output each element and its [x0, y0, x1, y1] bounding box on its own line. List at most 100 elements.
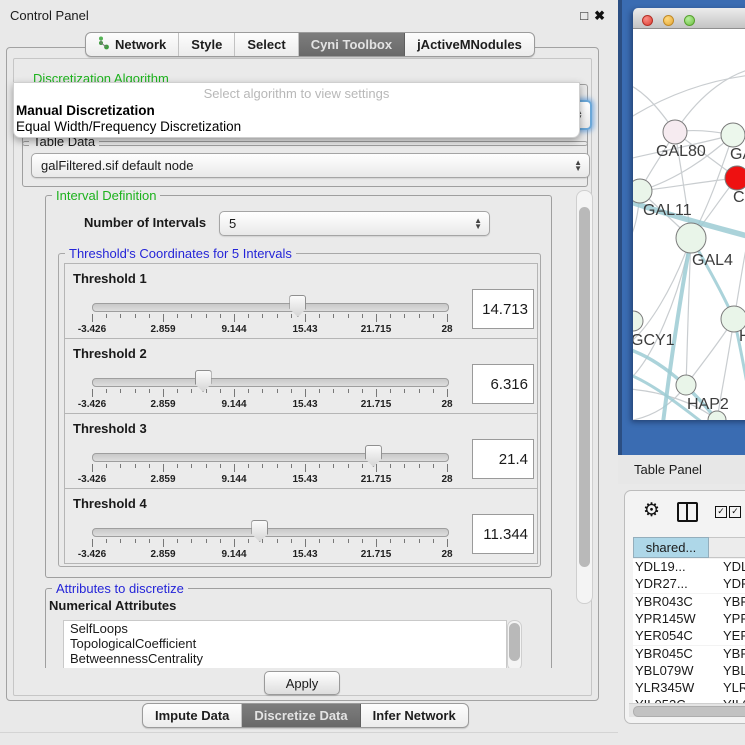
cell-shared-name: YBR045C — [633, 646, 717, 663]
HAP2-node[interactable] — [676, 375, 696, 395]
cell-name: YLR3 — [717, 680, 745, 697]
slider-tick — [191, 464, 192, 468]
table-horizontal-scrollbar-thumb[interactable] — [633, 706, 745, 717]
close-traffic-light[interactable] — [642, 15, 653, 26]
table-row[interactable]: YLR345WYLR3 — [633, 680, 745, 697]
threshold-value-field[interactable]: 11.344 — [472, 514, 534, 554]
slider-track[interactable] — [92, 378, 449, 387]
slider-tick — [120, 314, 121, 318]
attributes-scrollbar-thumb[interactable] — [509, 623, 520, 661]
tab-select[interactable]: Select — [235, 33, 298, 56]
threshold-value-field[interactable]: 6.316 — [472, 364, 534, 404]
slider-tick — [262, 314, 263, 318]
slider-handle[interactable] — [195, 370, 212, 392]
GAL4-node[interactable] — [676, 223, 706, 253]
slider-tick — [376, 539, 377, 547]
apply-button[interactable]: Apply — [264, 671, 340, 695]
cell-name: YBR0 — [717, 594, 745, 611]
cell-name: YDR2 — [717, 576, 745, 593]
float-icon[interactable]: □ — [580, 8, 594, 23]
tab-cyni-toolbox[interactable]: Cyni Toolbox — [299, 33, 405, 56]
slider-tick — [177, 464, 178, 468]
slider-tick — [390, 389, 391, 393]
interval-definition-group: Interval Definition Number of Intervals … — [45, 195, 552, 578]
table-row[interactable]: YER054CYER0 — [633, 628, 745, 645]
slider-tick — [177, 389, 178, 393]
cell-shared-name: YBR043C — [633, 594, 717, 611]
tab-infer-network[interactable]: Infer Network — [361, 704, 468, 727]
numerical-attributes-list[interactable]: SelfLoopsTopologicalCoefficientBetweenne… — [63, 620, 507, 668]
list-item[interactable]: SelfLoops — [64, 621, 506, 636]
network-canvas[interactable]: GAL80GACGAL11GAL4GCY1HHAP2 — [633, 29, 745, 420]
threshold-value-field[interactable]: 14.713 — [472, 289, 534, 329]
slider-handle[interactable] — [365, 445, 382, 467]
top-right-node[interactable] — [721, 123, 745, 147]
slider-tick — [191, 539, 192, 543]
slider-tick — [163, 314, 164, 322]
table-row[interactable]: YBL079WYBL0 — [633, 663, 745, 680]
table-data-group: Table Data galFiltered.sif default node … — [22, 141, 588, 187]
table-row[interactable]: YBR043CYBR0 — [633, 594, 745, 611]
popup-item-2[interactable]: Equal Width/Frequency Discretization — [16, 119, 241, 134]
tab-impute-data[interactable]: Impute Data — [143, 704, 242, 727]
threshold-value-field[interactable]: 21.4 — [472, 439, 534, 479]
GAL80-node[interactable] — [663, 120, 687, 144]
slider-tick — [404, 539, 405, 543]
network-window-titlebar[interactable] — [633, 8, 745, 29]
table-row[interactable]: YDR27...YDR2 — [633, 576, 745, 593]
threshold-row-4: Threshold 4-3.4262.8599.14415.4321.71528… — [64, 488, 538, 564]
slider-track[interactable] — [92, 453, 449, 462]
tab-style[interactable]: Style — [179, 33, 235, 56]
tab-label: Discretize Data — [254, 708, 347, 723]
checkbox-icon[interactable]: ✓ — [729, 506, 741, 518]
attributes-scrollbar[interactable] — [507, 620, 522, 668]
number-of-intervals-combo[interactable]: 5 ▲▼ — [219, 211, 490, 236]
slider-tick — [333, 389, 334, 393]
combo-stepper-icon: ▲▼ — [574, 154, 582, 177]
tab-network[interactable]: Network — [86, 33, 179, 56]
minimize-traffic-light[interactable] — [663, 15, 674, 26]
list-item[interactable]: TopologicalCoefficient — [64, 636, 506, 651]
slider-tick-label: 15.43 — [292, 324, 317, 335]
slider-tick — [291, 389, 292, 393]
tab-jactivemnodules[interactable]: jActiveMNodules — [405, 33, 534, 56]
checkbox-icon[interactable]: ✓ — [715, 506, 727, 518]
settings-scrollbar[interactable] — [576, 190, 593, 604]
threshold-row-3: Threshold 3-3.4262.8599.14415.4321.71528… — [64, 413, 538, 489]
red-node[interactable] — [725, 166, 745, 190]
slider-tick — [234, 464, 235, 472]
slider-tick — [106, 539, 107, 543]
table-row[interactable]: YPR145WYPR1 — [633, 611, 745, 628]
table-panel-box: ⚙ ✓ ✓ shared...naYDL19...YDL1YDR27...YDR… — [624, 490, 745, 724]
network-edge — [640, 178, 737, 191]
slider-track[interactable] — [92, 528, 449, 537]
popup-item-1[interactable]: Manual Discretization — [16, 103, 155, 118]
slider-tick — [206, 464, 207, 468]
columns-icon[interactable] — [677, 502, 698, 522]
network-window[interactable]: GAL80GACGAL11GAL4GCY1HHAP2 — [633, 8, 745, 420]
slider-handle[interactable] — [289, 295, 306, 317]
slider-tick-label: 15.43 — [292, 549, 317, 560]
list-item[interactable]: BetweennessCentrality — [64, 651, 506, 666]
GCY1-node[interactable] — [633, 311, 643, 331]
GAL11-node[interactable] — [633, 179, 652, 203]
zoom-traffic-light[interactable] — [684, 15, 695, 26]
slider-track[interactable] — [92, 303, 449, 312]
column-header-2[interactable]: na — [709, 537, 745, 558]
slider-tick — [305, 464, 306, 472]
slider-tick — [220, 389, 221, 393]
settings-scrollbar-thumb[interactable] — [579, 207, 590, 567]
close-icon[interactable]: ✖ — [594, 8, 611, 23]
table-row[interactable]: YBR045CYBR0 — [633, 646, 745, 663]
slider-tick — [149, 389, 150, 393]
slider-tick — [262, 539, 263, 543]
slider-tick-label: 21.715 — [361, 549, 392, 560]
slider-tick — [390, 314, 391, 318]
table-data-combo[interactable]: galFiltered.sif default node ▲▼ — [31, 153, 590, 178]
table-horizontal-scrollbar[interactable] — [629, 703, 745, 717]
table-row[interactable]: YDL19...YDL1 — [633, 559, 745, 576]
tab-discretize-data[interactable]: Discretize Data — [242, 704, 360, 727]
gear-icon[interactable]: ⚙ — [643, 499, 660, 522]
slider-handle[interactable] — [251, 520, 268, 542]
column-header-1[interactable]: shared... — [633, 537, 709, 558]
